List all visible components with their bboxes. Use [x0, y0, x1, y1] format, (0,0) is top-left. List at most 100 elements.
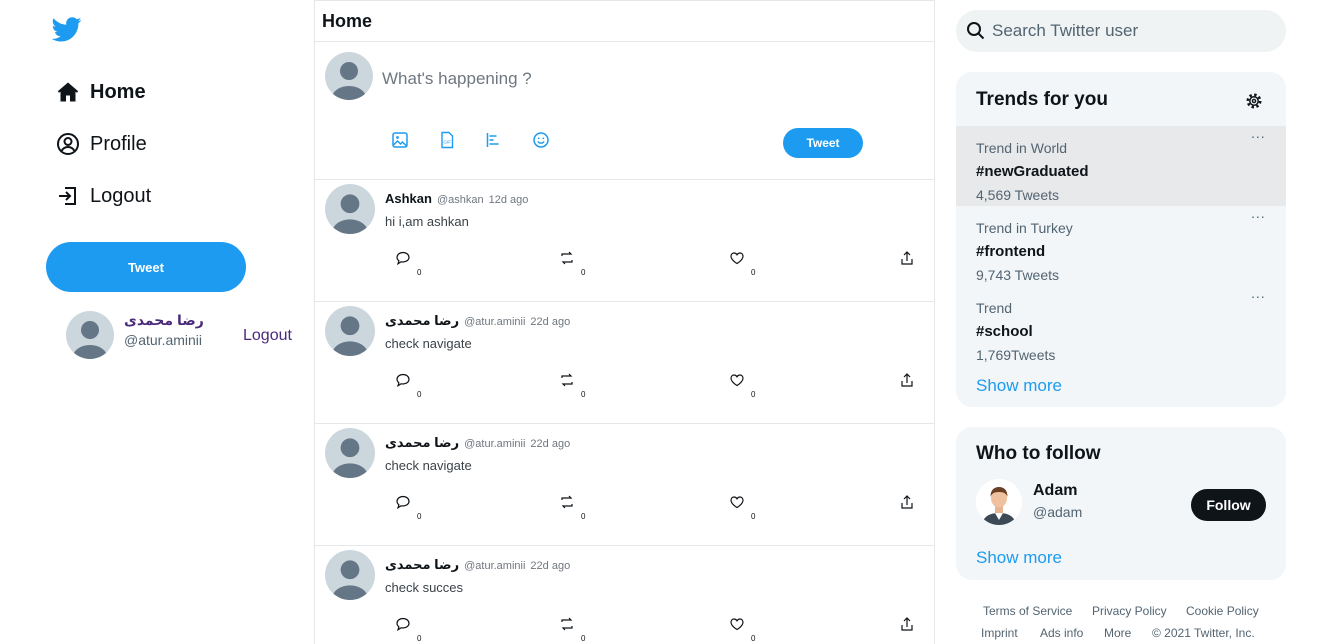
- footer-link-cookie[interactable]: Cookie Policy: [1186, 604, 1259, 618]
- left-sidebar: Home Profile Logout Tweet رضا محمدی @atu…: [0, 0, 314, 644]
- footer-link-privacy[interactable]: Privacy Policy: [1092, 604, 1167, 618]
- tweet-item[interactable]: رضا محمدی @atur.aminii 22d ago check suc…: [315, 546, 934, 644]
- retweet-button[interactable]: 0: [559, 494, 585, 521]
- avatar[interactable]: [325, 428, 375, 478]
- trend-item[interactable]: Trend in Turkey #frontend 9,743 Tweets .…: [956, 206, 1286, 286]
- tweet-item[interactable]: رضا محمدی @atur.aminii 22d ago check nav…: [315, 424, 934, 546]
- follow-user-handle: @adam: [1033, 504, 1083, 520]
- reply-count: 0: [417, 634, 422, 643]
- follow-user-name[interactable]: Adam: [1033, 482, 1077, 500]
- nav-logout-label: Logout: [90, 184, 152, 207]
- gif-icon[interactable]: GIF: [438, 131, 456, 149]
- search-box[interactable]: [956, 10, 1286, 52]
- footer-link-terms[interactable]: Terms of Service: [983, 604, 1072, 618]
- reply-button[interactable]: 0: [395, 616, 421, 643]
- tweet-timestamp: 12d ago: [488, 194, 529, 206]
- trends-title: Trends for you: [976, 89, 1108, 110]
- trend-item[interactable]: Trend in World #newGraduated 4,569 Tweet…: [956, 126, 1286, 206]
- who-to-follow-title: Who to follow: [976, 443, 1101, 464]
- reply-button[interactable]: 0: [395, 372, 421, 399]
- reply-icon: [396, 373, 410, 388]
- compose-tweet-button[interactable]: Tweet: [783, 128, 863, 158]
- like-count: 0: [751, 390, 756, 399]
- retweet-button[interactable]: 0: [559, 616, 585, 643]
- current-user-card[interactable]: رضا محمدی @atur.aminii Logout: [66, 311, 306, 361]
- sidebar-tweet-button[interactable]: Tweet: [46, 242, 246, 292]
- poll-icon[interactable]: [485, 131, 503, 149]
- trend-count: 9,743 Tweets: [976, 267, 1060, 283]
- who-to-follow-card: Who to follow Adam @adam Follow Show mor…: [956, 427, 1286, 580]
- compose-tools: GIF: [391, 131, 579, 149]
- avatar[interactable]: [325, 306, 375, 356]
- svg-text:GIF: GIF: [443, 140, 451, 145]
- heart-icon: [730, 252, 744, 265]
- footer-link-more[interactable]: More: [1104, 626, 1131, 640]
- trends-show-more-link[interactable]: Show more: [976, 376, 1062, 396]
- share-button[interactable]: [899, 616, 915, 632]
- share-button[interactable]: [899, 494, 915, 510]
- like-button[interactable]: 0: [729, 616, 755, 643]
- avatar[interactable]: [325, 184, 375, 234]
- nav-logout[interactable]: Logout: [56, 181, 151, 211]
- retweet-icon: [561, 251, 573, 265]
- nav-home[interactable]: Home: [56, 77, 146, 107]
- emoji-icon[interactable]: [532, 131, 550, 149]
- tweet-author-name[interactable]: Ashkan: [385, 191, 432, 206]
- share-button[interactable]: [899, 372, 915, 388]
- tweet-text: check navigate: [385, 458, 472, 473]
- tweet-timestamp: 22d ago: [530, 316, 571, 328]
- tweet-actions: 0 0 0: [315, 372, 934, 402]
- current-user-name: رضا محمدی: [124, 312, 204, 328]
- trend-count: 4,569 Tweets: [976, 187, 1060, 203]
- follow-button[interactable]: Follow: [1191, 489, 1266, 521]
- like-button[interactable]: 0: [729, 494, 755, 521]
- like-button[interactable]: 0: [729, 372, 755, 399]
- compose-input[interactable]: [382, 67, 902, 91]
- heart-icon: [730, 374, 744, 387]
- footer-link-ads-info[interactable]: Ads info: [1040, 626, 1083, 640]
- heart-icon: [730, 618, 744, 631]
- tweet-actions: 0 0 0: [315, 494, 934, 524]
- reply-count: 0: [417, 512, 422, 521]
- tweet-timestamp: 22d ago: [530, 438, 571, 450]
- tweet-author-name[interactable]: رضا محمدی: [385, 435, 459, 451]
- reply-button[interactable]: 0: [395, 494, 421, 521]
- tweet-author-name[interactable]: رضا محمدی: [385, 313, 459, 329]
- tweet-meta: رضا محمدی @atur.aminii 22d ago: [385, 435, 570, 451]
- more-icon[interactable]: ...: [1251, 206, 1266, 220]
- logout-link[interactable]: Logout: [243, 327, 292, 345]
- twitter-logo-icon[interactable]: [50, 14, 84, 44]
- avatar: [66, 311, 114, 359]
- retweet-button[interactable]: 0: [559, 372, 585, 399]
- tweet-actions: 0 0 0: [315, 616, 934, 644]
- reply-count: 0: [417, 390, 422, 399]
- retweet-count: 0: [581, 634, 586, 643]
- user-circle-icon: [57, 133, 79, 155]
- avatar[interactable]: [976, 479, 1022, 525]
- retweet-icon: [561, 373, 573, 387]
- more-icon[interactable]: ...: [1251, 286, 1266, 300]
- more-icon[interactable]: ...: [1251, 126, 1266, 140]
- gear-icon[interactable]: [1244, 91, 1264, 111]
- tweet-item[interactable]: رضا محمدی @atur.aminii 22d ago check nav…: [315, 302, 934, 424]
- nav-profile[interactable]: Profile: [56, 129, 147, 159]
- footer-link-imprint[interactable]: Imprint: [981, 626, 1018, 640]
- heart-icon: [730, 496, 744, 509]
- retweet-count: 0: [581, 390, 586, 399]
- tweet-item[interactable]: Ashkan @ashkan 12d ago hi i,am ashkan 0 …: [315, 180, 934, 302]
- search-input[interactable]: [992, 20, 1272, 42]
- image-icon[interactable]: [391, 131, 409, 149]
- avatar: [325, 52, 373, 100]
- avatar[interactable]: [325, 550, 375, 600]
- reply-button[interactable]: 0: [395, 250, 421, 277]
- like-button[interactable]: 0: [729, 250, 755, 277]
- trend-context: Trend: [976, 300, 1013, 316]
- retweet-count: 0: [581, 268, 586, 277]
- share-button[interactable]: [899, 250, 915, 266]
- trend-tag: #school: [976, 323, 1033, 340]
- follow-show-more-link[interactable]: Show more: [976, 548, 1062, 568]
- retweet-button[interactable]: 0: [559, 250, 585, 277]
- tweet-author-name[interactable]: رضا محمدی: [385, 557, 459, 573]
- trend-item[interactable]: Trend #school 1,769Tweets ...: [956, 286, 1286, 366]
- nav-profile-label: Profile: [90, 132, 147, 155]
